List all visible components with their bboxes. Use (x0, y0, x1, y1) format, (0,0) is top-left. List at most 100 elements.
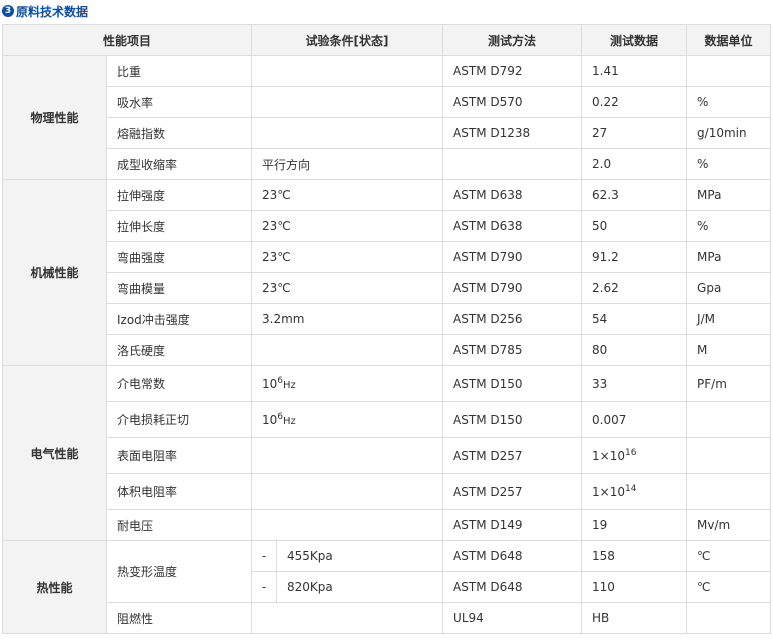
cell-method: ASTM D790 (442, 272, 583, 304)
cell-unit: MPa (686, 241, 772, 273)
cell-condition: 3.2mm (251, 303, 444, 335)
cell-unit: % (686, 86, 772, 118)
cell-method: ASTM D790 (442, 241, 583, 273)
cell-data: 0.007 (581, 401, 688, 438)
cell-data: 1×1014 (581, 473, 688, 510)
cell-unit: PF/m (686, 365, 772, 402)
cell-item: 成型收缩率 (105, 148, 253, 180)
cell-unit (686, 602, 772, 634)
cell-item: 拉伸强度 (105, 179, 253, 211)
cell-condition: 23℃ (251, 272, 444, 304)
header-unit: 数据单位 (686, 24, 772, 56)
cell-data: 1×1016 (581, 437, 688, 474)
cell-data: 62.3 (581, 179, 688, 211)
tech-data-table: 性能项目 试验条件[状态] 测试方法 测试数据 数据单位 物理性能 比重 AST… (1, 24, 772, 634)
cell-unit: ℃ (686, 571, 772, 603)
cell-item: 耐电压 (105, 509, 253, 541)
section-title-text: 原料技术数据 (16, 4, 89, 19)
cell-condition: 23℃ (251, 179, 444, 211)
cell-item: 比重 (105, 55, 253, 87)
cell-method: ASTM D256 (442, 303, 583, 335)
cell-unit: g/10min (686, 117, 772, 149)
cell-method: ASTM D638 (442, 210, 583, 242)
cell-unit (686, 401, 772, 438)
cell-method: ASTM D785 (442, 334, 583, 366)
table-row: Izod冲击强度 3.2mm ASTM D256 54 J/M (3, 303, 772, 335)
section-title: 3 原料技术数据 (2, 2, 88, 20)
cell-unit (686, 55, 772, 87)
table-row: 弯曲强度 23℃ ASTM D790 91.2 MPa (3, 241, 772, 273)
cell-item: 拉伸长度 (105, 210, 253, 242)
cell-item: 熔融指数 (105, 117, 253, 149)
cell-method: ASTM D149 (442, 509, 583, 541)
cell-condition: 106Hz (251, 401, 444, 438)
data-base: 1×10 (592, 449, 625, 463)
cell-method: ASTM D648 (442, 540, 583, 572)
table-header-row: 性能项目 试验条件[状态] 测试方法 测试数据 数据单位 (1, 24, 772, 56)
cell-condition: 820Kpa (276, 571, 444, 603)
cell-item: 弯曲模量 (105, 272, 253, 304)
cell-item: 弯曲强度 (105, 241, 253, 273)
cell-condition (251, 509, 444, 541)
table-row: 熔融指数 ASTM D1238 27 g/10min (3, 117, 772, 149)
data-exponent: 14 (625, 484, 637, 494)
cell-method (442, 148, 583, 180)
cell-item: 介电常数 (105, 365, 253, 402)
cell-data: 91.2 (581, 241, 688, 273)
cell-dash: - (251, 540, 278, 572)
table-row: 表面电阻率 ASTM D257 1×1016 (3, 437, 772, 474)
cell-data: 0.22 (581, 86, 688, 118)
cell-data: 2.62 (581, 272, 688, 304)
cell-condition (251, 437, 444, 474)
category-mechanical: 机械性能 (2, 179, 107, 366)
cell-condition (251, 602, 444, 634)
cell-data: 33 (581, 365, 688, 402)
table-row: 物理性能 比重 ASTM D792 1.41 (2, 55, 772, 180)
cell-item: 介电损耗正切 (105, 401, 253, 438)
cell-data: 2.0 (581, 148, 688, 180)
condition-base: 10 (262, 377, 278, 391)
cell-method: ASTM D150 (442, 365, 583, 402)
circled-3-icon: 3 (2, 5, 14, 17)
cell-condition: 平行方向 (251, 148, 444, 180)
cell-condition: 23℃ (251, 241, 444, 273)
condition-unit: Hz (283, 416, 296, 427)
cell-unit: M (686, 334, 772, 366)
cell-data: 110 (581, 571, 688, 603)
cell-item: 阻燃性 (105, 602, 253, 634)
cell-condition: 106Hz (251, 365, 444, 402)
cell-condition: 455Kpa (276, 540, 444, 572)
cell-item: 热变形温度 (105, 540, 253, 603)
table-row: 吸水率 ASTM D570 0.22 % (3, 86, 772, 118)
category-thermal: 热性能 (2, 540, 107, 634)
cell-method: ASTM D638 (442, 179, 583, 211)
cell-method: ASTM D570 (442, 86, 583, 118)
cell-data: 27 (581, 117, 688, 149)
table-row: 拉伸长度 23℃ ASTM D638 50 % (3, 210, 772, 242)
cell-data: 1.41 (581, 55, 688, 87)
cell-unit: Mv/m (686, 509, 772, 541)
cell-method: ASTM D1238 (442, 117, 583, 149)
cell-method: ASTM D648 (442, 571, 583, 603)
cell-unit (686, 437, 772, 474)
cell-method: ASTM D150 (442, 401, 583, 438)
cell-unit: % (686, 148, 772, 180)
cell-method: ASTM D257 (442, 473, 583, 510)
cell-item: Izod冲击强度 (105, 303, 253, 335)
cell-method: UL94 (442, 602, 583, 634)
cell-item: 体积电阻率 (105, 473, 253, 510)
cell-data: 19 (581, 509, 688, 541)
header-data: 测试数据 (581, 24, 688, 56)
cell-data: 54 (581, 303, 688, 335)
data-exponent: 16 (625, 448, 637, 458)
cell-data: 158 (581, 540, 688, 572)
cell-unit: MPa (686, 179, 772, 211)
category-physical: 物理性能 (2, 55, 107, 180)
table-row: 弯曲模量 23℃ ASTM D790 2.62 Gpa (3, 272, 772, 304)
data-base: 1×10 (592, 485, 625, 499)
table-row: 电气性能 介电常数 106Hz ASTM D150 33 PF/m (2, 365, 772, 541)
cell-unit: ℃ (686, 540, 772, 572)
cell-data: 50 (581, 210, 688, 242)
header-item: 性能项目 (1, 24, 253, 56)
table-row: 介电损耗正切 106Hz ASTM D150 0.007 (3, 401, 772, 438)
